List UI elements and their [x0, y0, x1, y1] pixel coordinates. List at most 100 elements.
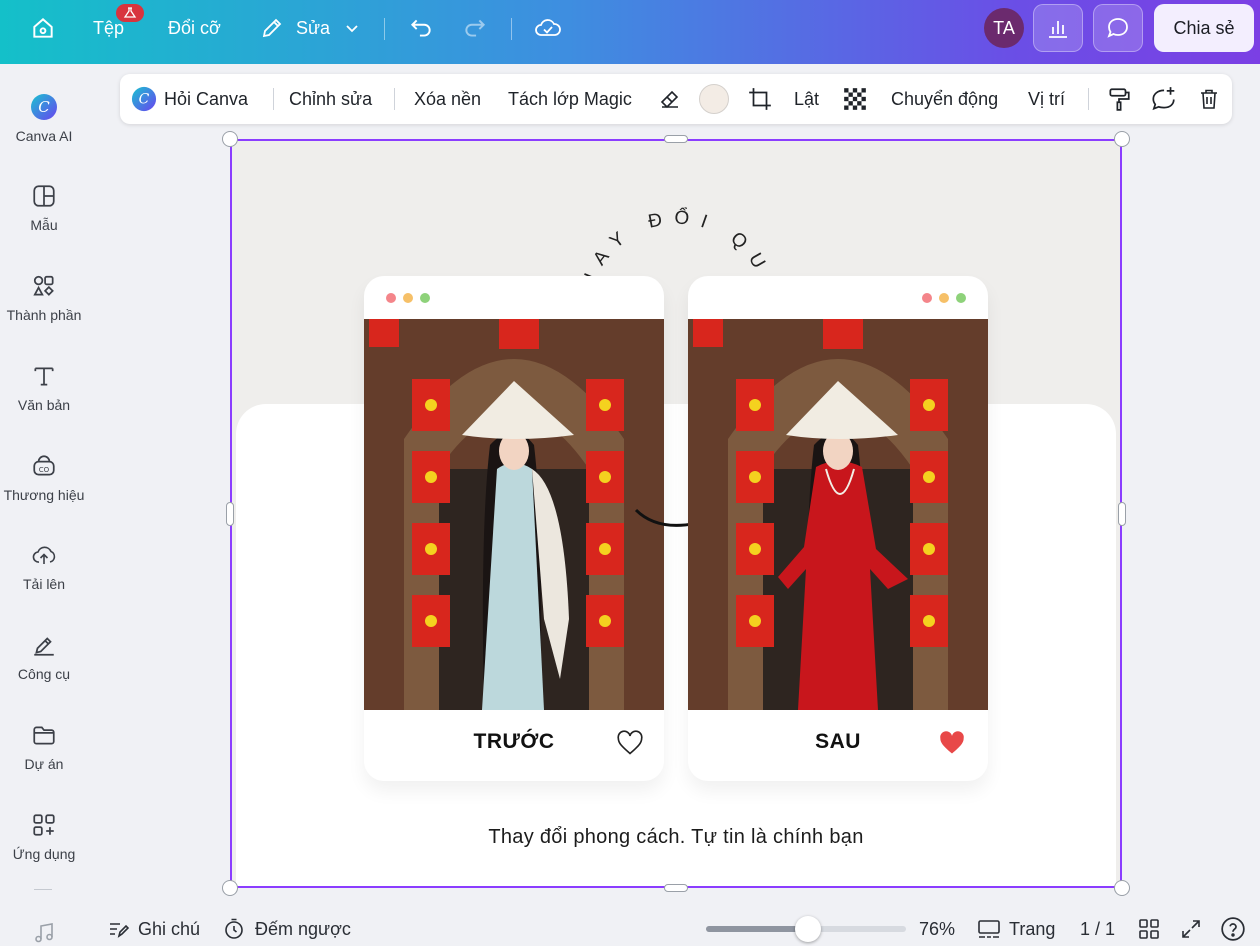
flip-button[interactable]: Lật — [794, 74, 819, 124]
comments-button[interactable] — [1093, 4, 1143, 52]
left-sidebar: C Canva AI Mẫu Thành phần Văn bản CO Thư… — [0, 64, 88, 946]
divider — [394, 88, 395, 110]
share-label: Chia sẻ — [1173, 17, 1235, 38]
ask-canva-label: Hỏi Canva — [164, 88, 249, 109]
edit-mode-menu[interactable]: Sửa — [260, 0, 360, 56]
save-status[interactable] — [534, 0, 562, 56]
dot-red — [386, 293, 396, 303]
sidebar-item-label: Công cụ — [17, 666, 71, 682]
folder-icon — [29, 720, 59, 750]
notes-button[interactable]: Ghi chú — [106, 912, 200, 946]
sidebar-item-label: Thương hiệu — [3, 487, 85, 503]
zoom-slider[interactable] — [706, 912, 906, 946]
dot-red — [922, 293, 932, 303]
resize-handle-top-right[interactable] — [1114, 131, 1130, 147]
notification-badge — [116, 4, 144, 22]
trash-icon — [1201, 89, 1217, 109]
sidebar-item-elements[interactable]: Thành phần — [0, 271, 88, 323]
delete-button[interactable] — [1197, 74, 1221, 124]
resize-handle-top[interactable] — [664, 135, 688, 143]
insights-button[interactable] — [1033, 4, 1083, 52]
page-count: 1 / 1 — [1080, 912, 1115, 946]
animate-button[interactable]: Chuyển động — [891, 74, 998, 124]
notes-icon — [110, 923, 130, 938]
divider — [511, 18, 512, 40]
sidebar-item-label: Văn bản — [17, 397, 71, 413]
resize-handle-right[interactable] — [1118, 502, 1126, 526]
after-photo[interactable] — [688, 319, 988, 710]
bottom-bar: Ghi chú Đếm ngược 76% Trang 1 / 1 — [88, 912, 1260, 946]
sidebar-item-apps[interactable]: Ứng dụng — [0, 810, 88, 862]
sidebar-item-tools[interactable]: Công cụ — [0, 630, 88, 682]
magic-layer-button[interactable]: Tách lớp Magic — [508, 74, 632, 124]
home-icon[interactable] — [30, 0, 56, 56]
text-icon — [29, 361, 59, 391]
resize-handle-bottom-left[interactable] — [222, 880, 238, 896]
edit-mode-label: Sửa — [296, 17, 331, 38]
help-button[interactable] — [1220, 912, 1246, 946]
design-page[interactable]: THAY ĐỔI QUẦN ÁO — [230, 140, 1122, 888]
resize-handle-left[interactable] — [226, 502, 234, 526]
heart-filled-icon[interactable] — [938, 730, 966, 756]
sidebar-item-label: Tải lên — [22, 576, 66, 592]
paint-roller-icon — [1109, 88, 1130, 111]
canva-ai-icon: C — [131, 86, 157, 112]
add-comment-button[interactable] — [1149, 74, 1177, 124]
crop-button[interactable] — [747, 74, 773, 124]
after-card[interactable]: SAU — [688, 276, 988, 781]
resize-handle-top-left[interactable] — [222, 131, 238, 147]
before-card[interactable]: TRƯỚC — [364, 276, 664, 781]
remove-background-button[interactable]: Xóa nền — [414, 74, 481, 124]
zoom-track — [706, 916, 906, 942]
upload-icon — [29, 540, 59, 570]
sidebar-item-text[interactable]: Văn bản — [0, 361, 88, 413]
pages-button[interactable]: Trang — [977, 912, 1055, 946]
sidebar-item-label: Ứng dụng — [12, 846, 76, 862]
undo-icon — [410, 19, 431, 37]
sidebar-item-uploads[interactable]: Tải lên — [0, 540, 88, 592]
transparency-button[interactable] — [842, 74, 868, 124]
heart-outline-icon[interactable] — [616, 730, 644, 756]
sidebar-item-label: Dự án — [24, 756, 64, 772]
svg-text:C: C — [38, 98, 50, 116]
copy-style-button[interactable] — [1106, 74, 1132, 124]
fullscreen-button[interactable] — [1179, 912, 1203, 946]
tools-icon — [29, 630, 59, 660]
sidebar-item-projects[interactable]: Dự án — [0, 720, 88, 772]
resize-handle-bottom-right[interactable] — [1114, 880, 1130, 896]
position-button[interactable]: Vị trí — [1028, 74, 1065, 124]
zoom-fill — [706, 926, 808, 932]
undo-button[interactable] — [408, 0, 434, 56]
divider — [384, 18, 385, 40]
zoom-level-label: 76% — [919, 918, 956, 939]
sidebar-item-templates[interactable]: Mẫu — [0, 181, 88, 233]
grid-view-button[interactable] — [1137, 912, 1161, 946]
pages-label: Trang — [1009, 918, 1056, 939]
flip-label: Lật — [794, 88, 820, 109]
redo-button[interactable] — [462, 0, 488, 56]
zoom-level[interactable]: 76% — [919, 912, 955, 946]
color-swatch-button[interactable] — [699, 74, 729, 124]
share-button[interactable]: Chia sẻ — [1154, 4, 1254, 52]
music-icon[interactable] — [32, 920, 56, 946]
divider — [1088, 88, 1089, 110]
avatar[interactable]: TA — [984, 8, 1024, 48]
before-photo[interactable] — [364, 319, 664, 710]
ask-canva-button[interactable]: C Hỏi Canva — [131, 74, 248, 124]
sidebar-item-label: Canva AI — [15, 128, 73, 144]
sidebar-item-canva-ai[interactable]: C Canva AI — [0, 92, 88, 144]
svg-text:C: C — [139, 92, 150, 108]
timer-button[interactable]: Đếm ngược — [222, 912, 351, 946]
zoom-thumb[interactable] — [795, 916, 821, 942]
dot-green — [956, 293, 966, 303]
window-dots — [386, 293, 430, 303]
edit-image-button[interactable]: Chỉnh sửa — [289, 74, 372, 124]
expand-icon — [1182, 920, 1200, 938]
eraser-button[interactable] — [658, 74, 682, 124]
eraser-icon — [660, 90, 679, 109]
color-swatch — [699, 84, 729, 114]
resize-handle-bottom[interactable] — [664, 884, 688, 892]
pencil-icon — [262, 18, 282, 38]
resize-menu[interactable]: Đổi cỡ — [168, 0, 221, 56]
sidebar-item-brand[interactable]: CO Thương hiệu — [0, 451, 88, 503]
